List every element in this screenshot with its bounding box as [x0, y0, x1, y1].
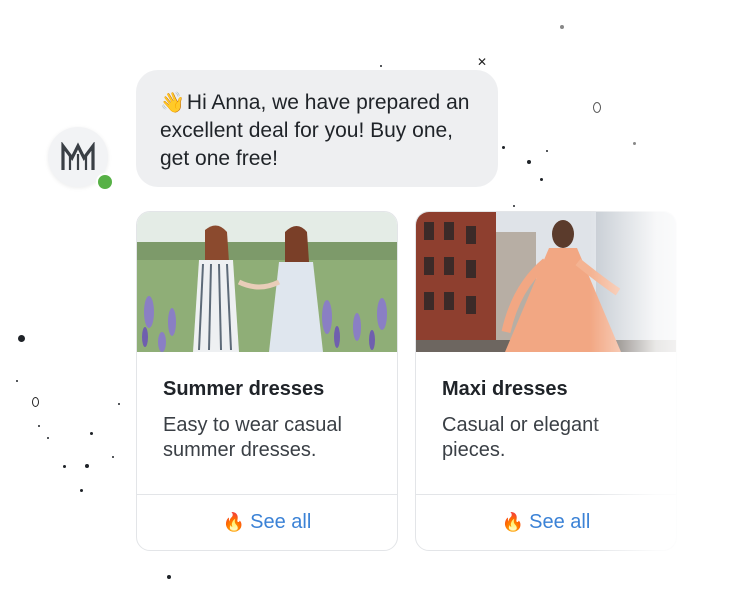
decoration-ring	[593, 102, 601, 113]
decoration-dot	[16, 380, 18, 382]
decoration-dot	[527, 160, 531, 164]
decoration-dot	[513, 205, 515, 207]
see-all-summer-dresses-link[interactable]: 🔥 See all	[137, 494, 397, 550]
decoration-ring	[32, 397, 39, 407]
decoration-dot	[540, 178, 543, 181]
decoration-dot	[118, 403, 120, 405]
online-status-indicator	[96, 173, 114, 191]
see-all-label: See all	[250, 511, 312, 533]
fire-icon: 🔥	[222, 512, 246, 533]
maxi-dresses-image	[416, 212, 676, 352]
decoration-dot	[112, 456, 114, 458]
chat-message-bubble: 👋Hi Anna, we have prepared an excellent …	[136, 70, 498, 187]
decoration-dot	[90, 432, 93, 435]
waving-hand-icon: 👋	[160, 90, 185, 114]
brand-logo-icon	[61, 142, 95, 170]
decoration-dot	[38, 425, 40, 427]
decoration-dot	[560, 25, 564, 29]
card-title: Summer dresses	[163, 378, 325, 400]
decoration-dot	[47, 437, 49, 439]
product-card-maxi-dresses[interactable]: Maxi dresses Casual or elegant pieces. 🔥…	[415, 211, 677, 551]
decoration-dot	[380, 65, 382, 67]
product-card-summer-dresses[interactable]: Summer dresses Easy to wear casual summe…	[136, 211, 398, 551]
chat-message-text: Hi Anna, we have prepared an excellent d…	[160, 91, 470, 170]
decoration-dot	[85, 464, 89, 468]
decoration-dot	[63, 465, 66, 468]
decoration-dot	[80, 489, 83, 492]
see-all-maxi-dresses-link[interactable]: 🔥 See all	[416, 494, 676, 550]
summer-dresses-image	[137, 212, 397, 352]
card-description: Easy to wear casual summer dresses.	[163, 414, 342, 461]
decoration-dot	[546, 150, 548, 152]
fire-icon: 🔥	[501, 512, 525, 533]
see-all-label: See all	[529, 511, 591, 533]
decoration-dot	[502, 146, 505, 149]
card-description: Casual or elegant pieces.	[442, 414, 599, 461]
card-title: Maxi dresses	[442, 378, 568, 400]
decoration-dot	[633, 142, 636, 145]
decoration-dot	[18, 335, 25, 342]
decoration-cross: ✕	[477, 55, 488, 69]
decoration-dot	[167, 575, 171, 579]
